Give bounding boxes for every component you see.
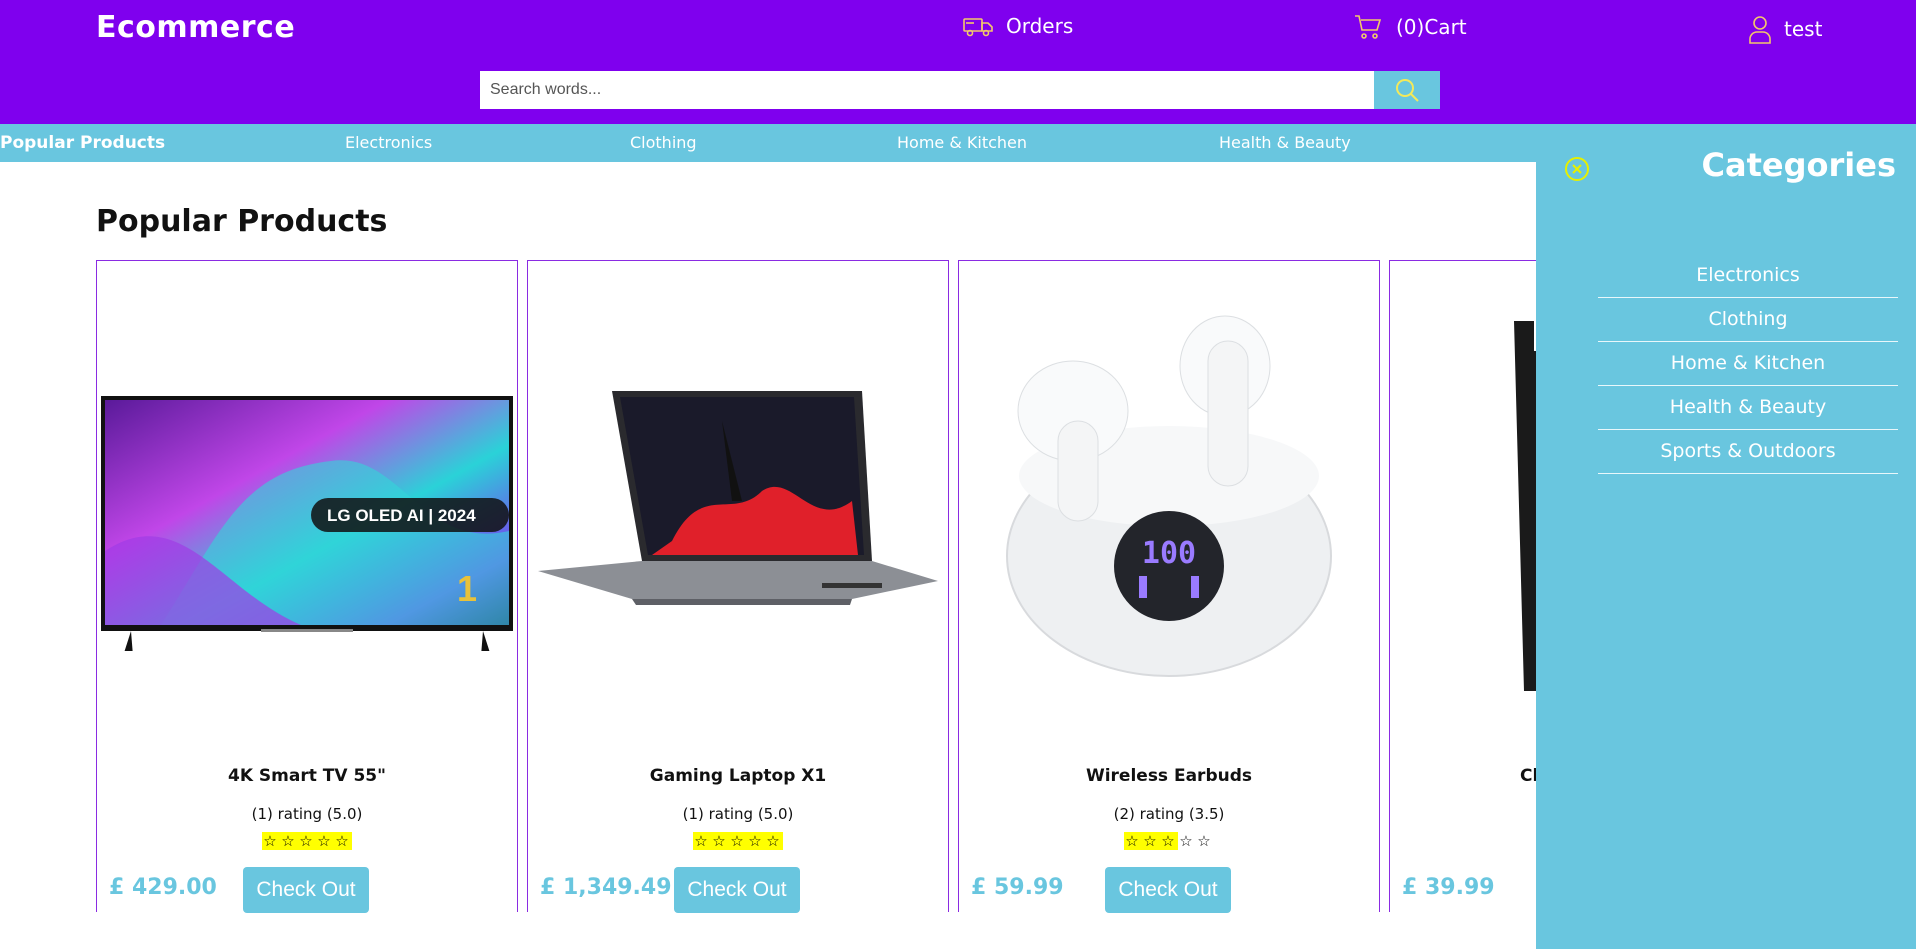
checkout-button[interactable]: Check Out xyxy=(1105,867,1231,913)
drawer-item-sports-outdoors[interactable]: Sports & Outdoors xyxy=(1598,430,1898,474)
cart-link[interactable]: (0)Cart xyxy=(1354,14,1467,40)
product-card[interactable]: 100 Wireless Earbuds (2) rating (3.5) ☆ ☆… xyxy=(958,260,1380,913)
category-health-beauty[interactable]: Health & Beauty xyxy=(1219,133,1351,152)
product-name[interactable]: Wireless Earbuds xyxy=(959,766,1379,786)
product-card[interactable]: LG OLED AI | 2024 1 4K Smart TV 55" (1) … xyxy=(96,260,518,913)
cart-count: (0) xyxy=(1396,15,1425,39)
svg-text:100: 100 xyxy=(1142,536,1196,571)
star-icon: ☆ xyxy=(1124,832,1142,850)
laptop-image[interactable] xyxy=(532,291,944,711)
product-price: £ 429.00 xyxy=(109,875,217,900)
star-rating: ☆ ☆ ☆ ☆ ☆ xyxy=(97,831,517,850)
star-icon: ☆ xyxy=(747,832,765,850)
drawer-item-home-kitchen[interactable]: Home & Kitchen xyxy=(1598,342,1898,386)
star-icon: ☆ xyxy=(1197,832,1213,850)
checkout-button[interactable]: Check Out xyxy=(674,867,800,913)
product-card[interactable]: Gaming Laptop X1 (1) rating (5.0) ☆ ☆ ☆ ☆ ☆ … xyxy=(527,260,949,913)
user-label: test xyxy=(1784,17,1823,41)
top-bar: Ecommerce Orders (0)Cart test xyxy=(0,0,1916,124)
earbuds-image[interactable]: 100 xyxy=(963,291,1375,711)
user-link[interactable]: test xyxy=(1748,14,1822,44)
star-icon: ☆ xyxy=(1142,832,1160,850)
page-title: Popular Products xyxy=(96,204,388,239)
star-icon: ☆ xyxy=(316,832,334,850)
search-input[interactable] xyxy=(480,71,1374,109)
category-home-kitchen[interactable]: Home & Kitchen xyxy=(897,133,1027,152)
svg-text:1: 1 xyxy=(457,568,477,609)
star-icon: ☆ xyxy=(693,832,711,850)
cart-label: Cart xyxy=(1424,15,1467,39)
search-button[interactable] xyxy=(1374,71,1440,109)
product-rating: (1) rating (5.0) xyxy=(251,805,363,823)
checkout-button[interactable]: Check Out xyxy=(243,867,369,913)
drawer-category-list: Electronics Clothing Home & Kitchen Heal… xyxy=(1598,254,1898,474)
user-icon xyxy=(1749,16,1771,44)
category-popular-products[interactable]: Popular Products xyxy=(0,133,165,153)
product-name[interactable]: 4K Smart TV 55" xyxy=(97,766,517,786)
search-icon xyxy=(1396,79,1419,102)
star-icon: ☆ xyxy=(298,832,316,850)
category-clothing[interactable]: Clothing xyxy=(630,133,697,152)
product-price: £ 39.99 xyxy=(1402,875,1495,900)
search-bar xyxy=(480,71,1440,109)
orders-link[interactable]: Orders xyxy=(962,14,1073,38)
star-rating: ☆ ☆ ☆ ☆ ☆ xyxy=(528,831,948,850)
star-icon: ☆ xyxy=(765,832,783,850)
star-icon: ☆ xyxy=(280,832,298,850)
cart-icon xyxy=(1355,15,1382,39)
product-name[interactable]: Gaming Laptop X1 xyxy=(528,766,948,786)
truck-icon xyxy=(963,18,993,37)
star-icon: ☆ xyxy=(711,832,729,850)
star-icon: ☆ xyxy=(1160,832,1178,850)
category-electronics[interactable]: Electronics xyxy=(345,133,432,152)
star-icon: ☆ xyxy=(1179,832,1195,850)
product-rating: (2) rating (3.5) xyxy=(1113,805,1225,823)
orders-label: Orders xyxy=(1006,14,1074,38)
drawer-item-health-beauty[interactable]: Health & Beauty xyxy=(1598,386,1898,430)
drawer-title: Categories xyxy=(1701,146,1896,184)
drawer-item-clothing[interactable]: Clothing xyxy=(1598,298,1898,342)
drawer-item-electronics[interactable]: Electronics xyxy=(1598,254,1898,298)
star-icon: ☆ xyxy=(262,832,280,850)
product-price: £ 1,349.49 xyxy=(540,875,672,900)
star-icon: ☆ xyxy=(729,832,747,850)
tv-image[interactable]: LG OLED AI | 2024 1 xyxy=(101,291,513,711)
svg-text:LG OLED AI | 2024: LG OLED AI | 2024 xyxy=(327,506,476,525)
star-rating: ☆ ☆ ☆ ☆ ☆ xyxy=(959,831,1379,850)
brand-logo[interactable]: Ecommerce xyxy=(96,10,295,45)
close-icon[interactable] xyxy=(1564,156,1590,182)
categories-drawer: Categories Electronics Clothing Home & K… xyxy=(1536,124,1916,949)
star-icon: ☆ xyxy=(334,832,352,850)
product-rating: (1) rating (5.0) xyxy=(682,805,794,823)
product-price: £ 59.99 xyxy=(971,875,1064,900)
